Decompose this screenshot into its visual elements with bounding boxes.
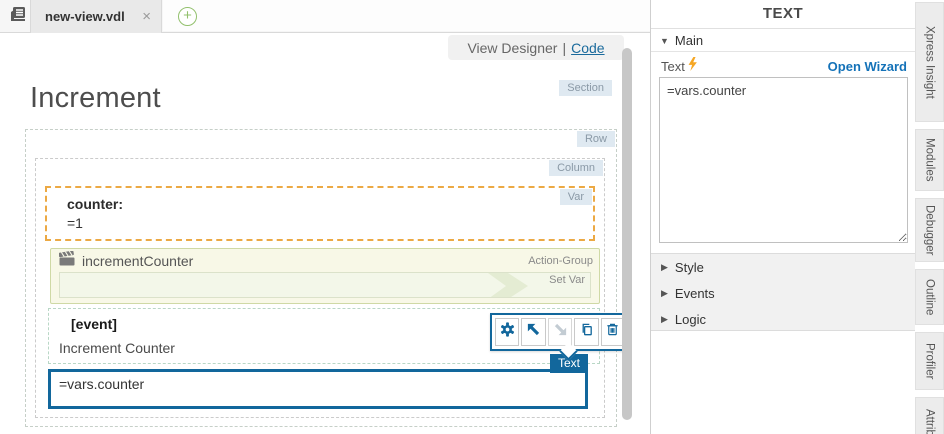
gear-icon (499, 321, 516, 343)
view-list-button[interactable] (7, 6, 29, 27)
side-tab-xpress-insight[interactable]: Xpress Insight (915, 2, 944, 122)
side-tab-attribute[interactable]: Attribute (915, 397, 944, 434)
arrow-down-right-icon (553, 322, 568, 342)
section-title: Increment (30, 82, 161, 115)
select-parent-button[interactable] (521, 318, 545, 346)
tab-new-view[interactable]: new-view.vdl × (30, 0, 162, 33)
action-group-element[interactable]: incrementCounter Action-Group Set Var (50, 248, 600, 304)
event-tag: [event] (71, 316, 117, 332)
section-events[interactable]: ▶ Events (651, 280, 915, 306)
view-mode-toggle: View Designer | Code (448, 35, 624, 60)
var-element[interactable]: Var counter: =1 (45, 186, 595, 241)
section-main[interactable]: ▼ Main (651, 30, 915, 52)
text-value-input[interactable]: =vars.counter (659, 77, 908, 243)
set-var-badge: Set Var (549, 274, 585, 286)
side-tab-profiler[interactable]: Profiler (915, 332, 944, 390)
view-list-icon (9, 6, 27, 27)
settings-button[interactable] (495, 318, 519, 346)
side-tab-modules[interactable]: Modules (915, 129, 944, 191)
panel-divider (651, 28, 915, 29)
section-logic-label: Logic (675, 312, 706, 327)
side-tab-outline[interactable]: Outline (915, 269, 944, 325)
text-field-row: Text Open Wizard (661, 57, 907, 75)
chevron-down-icon: ▼ (660, 36, 669, 46)
set-var-element[interactable]: Set Var (59, 272, 591, 298)
text-element-selected[interactable]: =vars.counter Text (48, 369, 588, 409)
view-designer-window: new-view.vdl × + View Designer | Code In… (0, 0, 944, 434)
action-group-badge: Action-Group (528, 255, 593, 267)
action-group-header: incrementCounter Action-Group (59, 252, 593, 270)
section-style[interactable]: ▶ Style (651, 254, 915, 280)
copy-icon (579, 322, 594, 342)
chevron-right-icon: ▶ (661, 262, 668, 273)
open-wizard-link[interactable]: Open Wizard (828, 59, 907, 74)
tab-title: new-view.vdl (45, 9, 125, 24)
panel-title: TEXT (651, 5, 915, 22)
side-tab-strip: Xpress Insight Modules Debugger Outline … (915, 0, 944, 434)
designer-canvas: View Designer | Code Increment Section R… (0, 34, 650, 434)
section-badge: Section (559, 80, 612, 96)
row-badge: Row (577, 131, 615, 147)
trash-icon (605, 322, 620, 342)
tab-bar: new-view.vdl × + (0, 0, 650, 33)
action-group-name: incrementCounter (82, 253, 193, 269)
add-view-button[interactable]: + (178, 7, 197, 26)
event-title: Increment Counter (59, 340, 175, 356)
arrow-up-left-icon (526, 322, 541, 342)
flow-chevron-icon (488, 273, 532, 297)
section-events-label: Events (675, 286, 715, 301)
column-badge: Column (549, 160, 603, 176)
view-designer-label: View Designer (467, 40, 557, 56)
tab-close-icon[interactable]: × (142, 9, 151, 24)
text-field-label: Text (661, 59, 685, 74)
section-main-label: Main (675, 33, 703, 48)
duplicate-button[interactable] (574, 318, 598, 346)
chevron-right-icon: ▶ (661, 288, 668, 299)
canvas-scrollbar[interactable] (622, 48, 632, 420)
chevron-right-icon: ▶ (661, 314, 668, 325)
properties-panel: TEXT ▼ Main Text Open Wizard =vars.count… (650, 0, 915, 434)
side-tab-debugger[interactable]: Debugger (915, 198, 944, 262)
section-logic[interactable]: ▶ Logic (651, 306, 915, 332)
code-link[interactable]: Code (571, 40, 604, 56)
collapsed-sections: ▶ Style ▶ Events ▶ Logic (651, 253, 915, 331)
mode-separator: | (562, 40, 566, 56)
text-element-content: =vars.counter (59, 376, 144, 392)
var-badge: Var (560, 189, 592, 205)
bolt-icon (687, 57, 698, 76)
element-toolbar (490, 313, 630, 351)
section-style-label: Style (675, 260, 704, 275)
clapperboard-icon (59, 251, 75, 271)
var-value: =1 (67, 215, 83, 231)
tab-bar-empty-area (163, 0, 650, 31)
var-name: counter: (67, 196, 123, 212)
